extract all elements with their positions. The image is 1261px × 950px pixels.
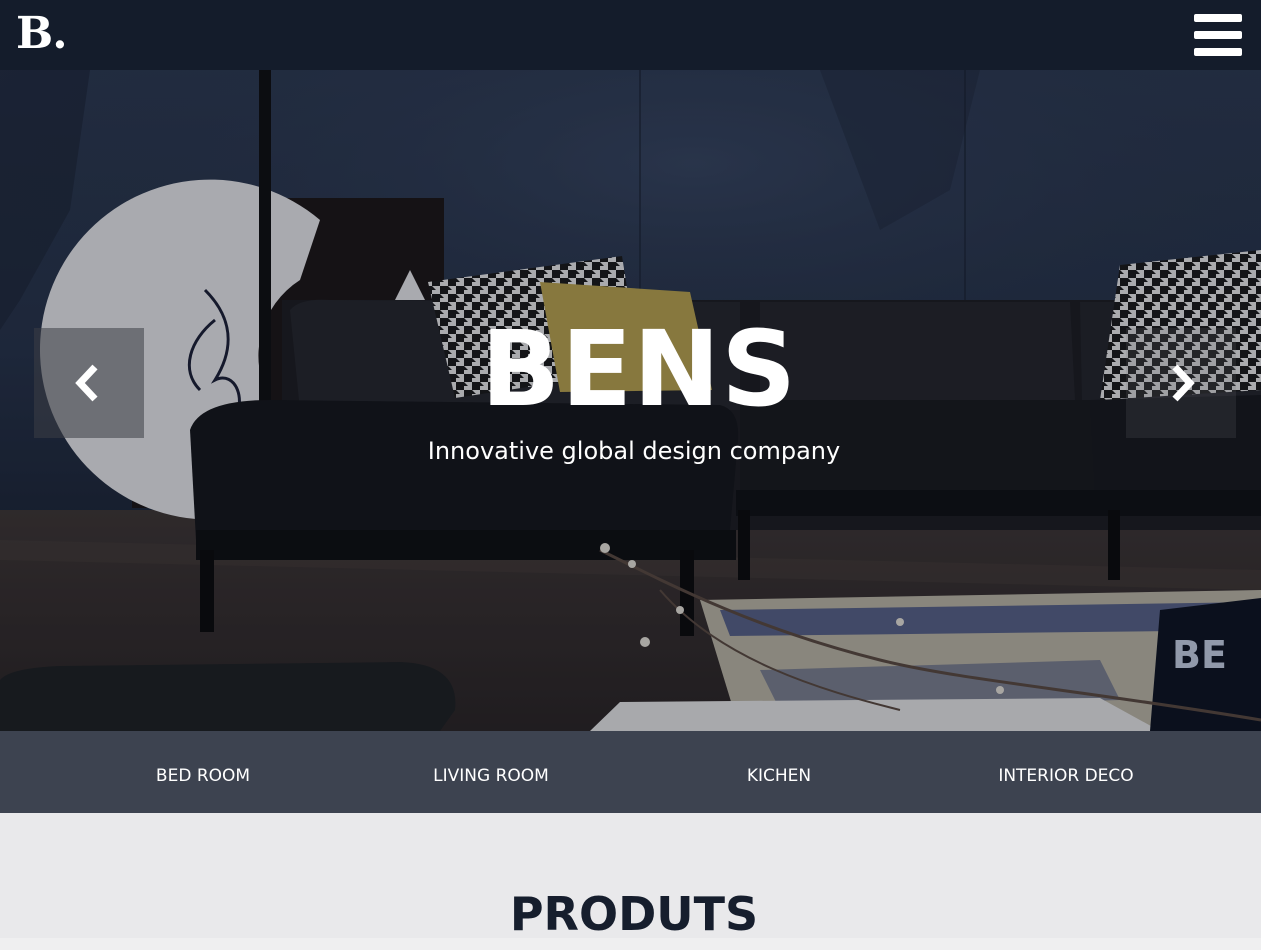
products-heading: PRODUTS — [509, 887, 759, 941]
category-kitchen[interactable]: KICHEN — [679, 731, 879, 813]
category-living-room[interactable]: LIVING ROOM — [391, 731, 591, 813]
hero-subtitle: Innovative global design company — [427, 437, 841, 465]
category-nav: BED ROOM LIVING ROOM KICHEN INTERIOR DEC… — [0, 731, 1261, 813]
hero-slider: BE BENS Innovative global design company — [0, 70, 1261, 731]
menu-bar-middle — [1194, 31, 1242, 39]
hamburger-menu-icon[interactable] — [1194, 14, 1242, 56]
category-bed-room[interactable]: BED ROOM — [103, 731, 303, 813]
category-interior-deco[interactable]: INTERIOR DECO — [966, 731, 1166, 813]
section-divider — [0, 938, 1261, 950]
products-section: PRODUTS — [0, 813, 1261, 950]
menu-bar-top — [1194, 14, 1242, 22]
top-header: B. — [0, 0, 1261, 70]
hero-title: BENS — [480, 308, 798, 430]
brand-logo[interactable]: B. — [16, 6, 68, 62]
menu-bar-bottom — [1194, 48, 1242, 56]
page: B. BE BENS Innovative global design comp… — [0, 0, 1261, 950]
